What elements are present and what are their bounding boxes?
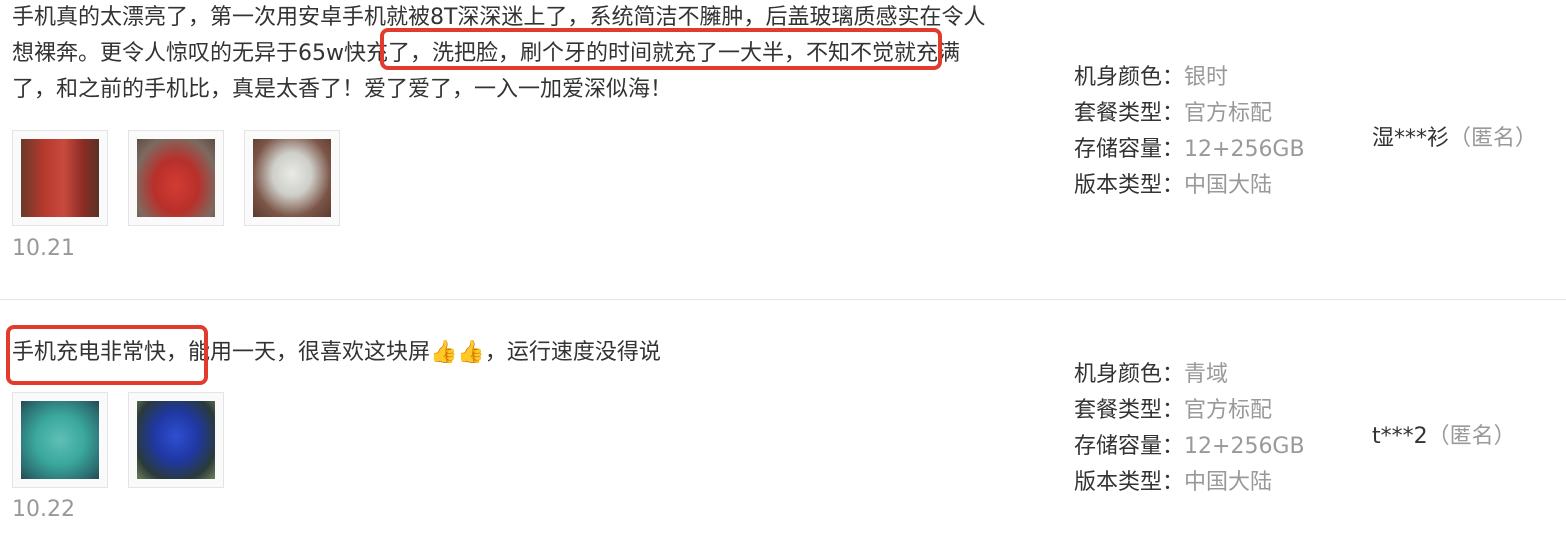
reviewer: t***2（匿名）: [1372, 418, 1516, 450]
product-specs: 机身颜色：青域 套餐类型：官方标配 存储容量：12+256GB 版本类型：中国大…: [1074, 357, 1305, 501]
spec-color: 机身颜色：青域: [1074, 362, 1229, 387]
review-item: 手机充电非常快，能用一天，很喜欢这块屏👍👍，运行速度没得说 10.22 机身颜色…: [0, 0, 1566, 548]
thumbs-up-icon: 👍👍: [430, 340, 485, 365]
review-images: [12, 392, 224, 488]
review-image-thumbnail[interactable]: [12, 392, 108, 488]
review-date: 10.22: [12, 497, 75, 522]
reviewer-name: t***2: [1372, 424, 1428, 449]
spec-package: 套餐类型：官方标配: [1074, 398, 1273, 423]
anonymous-label: （匿名）: [1427, 424, 1516, 449]
review-image-thumbnail[interactable]: [128, 392, 224, 488]
spec-version: 版本类型：中国大陆: [1074, 470, 1273, 495]
review-text: 手机充电非常快，能用一天，很喜欢这块屏👍👍，运行速度没得说: [12, 335, 1002, 371]
spec-storage: 存储容量：12+256GB: [1074, 434, 1305, 459]
